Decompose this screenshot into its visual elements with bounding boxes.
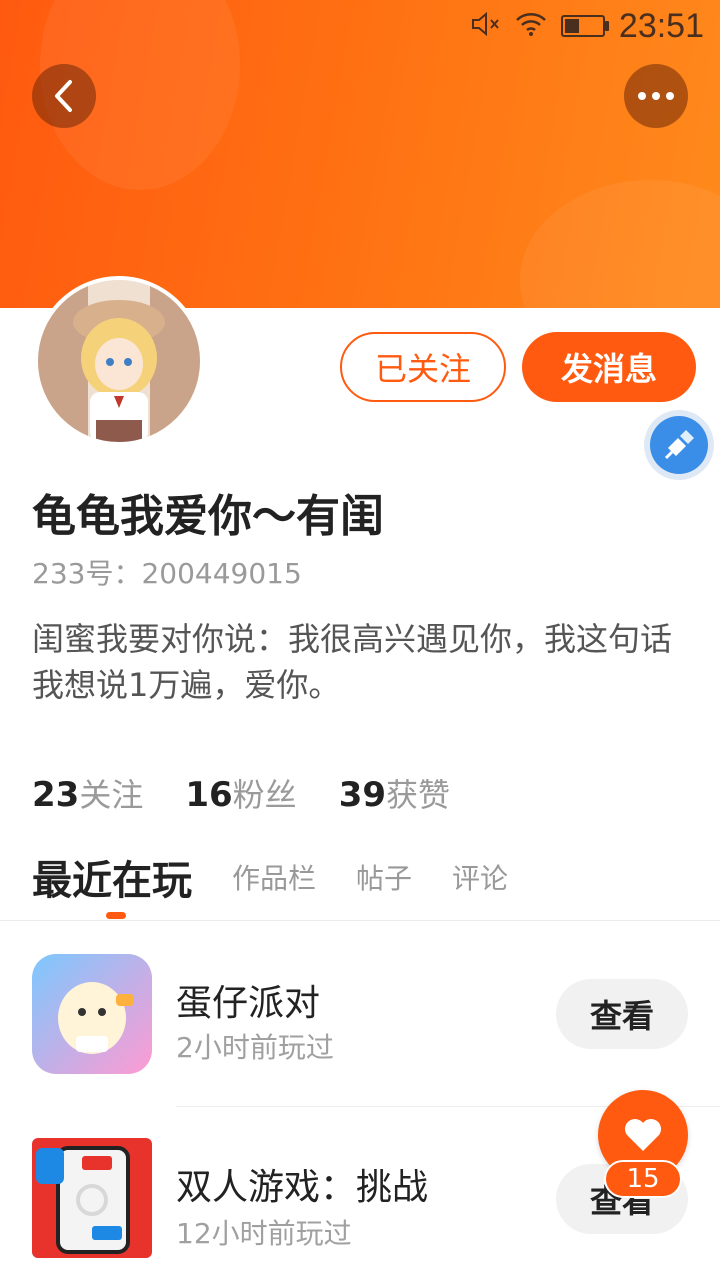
- game-last-played: 2小时前玩过: [176, 1031, 334, 1064]
- profile-stats: 23关注 16粉丝 39获赞: [32, 770, 450, 816]
- active-tab-indicator: [106, 912, 126, 919]
- stat-likes[interactable]: 39获赞: [339, 770, 450, 816]
- back-icon: [55, 80, 72, 112]
- stat-label: 获赞: [386, 776, 451, 814]
- stat-followers[interactable]: 16粉丝: [185, 770, 296, 816]
- tab-comments[interactable]: 评论: [452, 857, 508, 897]
- send-message-button[interactable]: 发消息: [522, 332, 696, 402]
- more-icon: [638, 92, 674, 100]
- tab-recently-played[interactable]: 最近在玩: [32, 848, 192, 906]
- stat-following[interactable]: 23关注: [32, 770, 143, 816]
- stat-label: 关注: [79, 776, 144, 814]
- back-button[interactable]: [32, 64, 96, 128]
- user-bio: 闺蜜我要对你说：我很高兴遇见你，我这句话我想说1万遍，爱你。: [32, 620, 673, 704]
- tab-posts[interactable]: 帖子: [356, 857, 412, 897]
- floating-tool-button[interactable]: [644, 410, 714, 480]
- user-id: 233号：200449015: [32, 552, 302, 592]
- stat-number: 23: [32, 775, 80, 815]
- battery-icon: [560, 15, 609, 37]
- game-last-played: 12小时前玩过: [176, 1217, 352, 1250]
- wifi-icon: [515, 11, 547, 41]
- game-icon: [32, 1138, 152, 1258]
- mute-icon: [471, 11, 501, 41]
- status-time: 23:51: [618, 6, 704, 45]
- user-id-value: 200449015: [141, 557, 302, 590]
- username: 龟龟我爱你～有闺: [32, 491, 384, 542]
- profile-tabs: 最近在玩 作品栏 帖子 评论: [32, 848, 508, 906]
- stat-number: 39: [338, 775, 387, 815]
- banner-decoration: [520, 180, 720, 308]
- tab-works[interactable]: 作品栏: [232, 857, 316, 897]
- heart-icon: [625, 1119, 661, 1151]
- view-game-button[interactable]: 查看: [556, 979, 688, 1049]
- game-list-item[interactable]: 蛋仔派对 2小时前玩过 查看: [0, 940, 720, 1090]
- like-count-badge: 15: [604, 1160, 682, 1198]
- divider: [0, 920, 720, 921]
- game-name: 双人游戏：挑战: [176, 1167, 429, 1208]
- brush-tool-icon: [664, 430, 694, 460]
- profile-header-banner: [0, 0, 720, 308]
- stat-label: 粉丝: [232, 776, 297, 814]
- user-id-label: 233号：: [32, 557, 142, 590]
- status-bar: 23:51: [471, 6, 704, 46]
- more-button[interactable]: [624, 64, 688, 128]
- game-name: 蛋仔派对: [176, 983, 321, 1024]
- stat-number: 16: [185, 775, 233, 815]
- game-icon: [32, 954, 152, 1074]
- follow-button[interactable]: 已关注: [340, 332, 506, 402]
- avatar[interactable]: [34, 276, 204, 446]
